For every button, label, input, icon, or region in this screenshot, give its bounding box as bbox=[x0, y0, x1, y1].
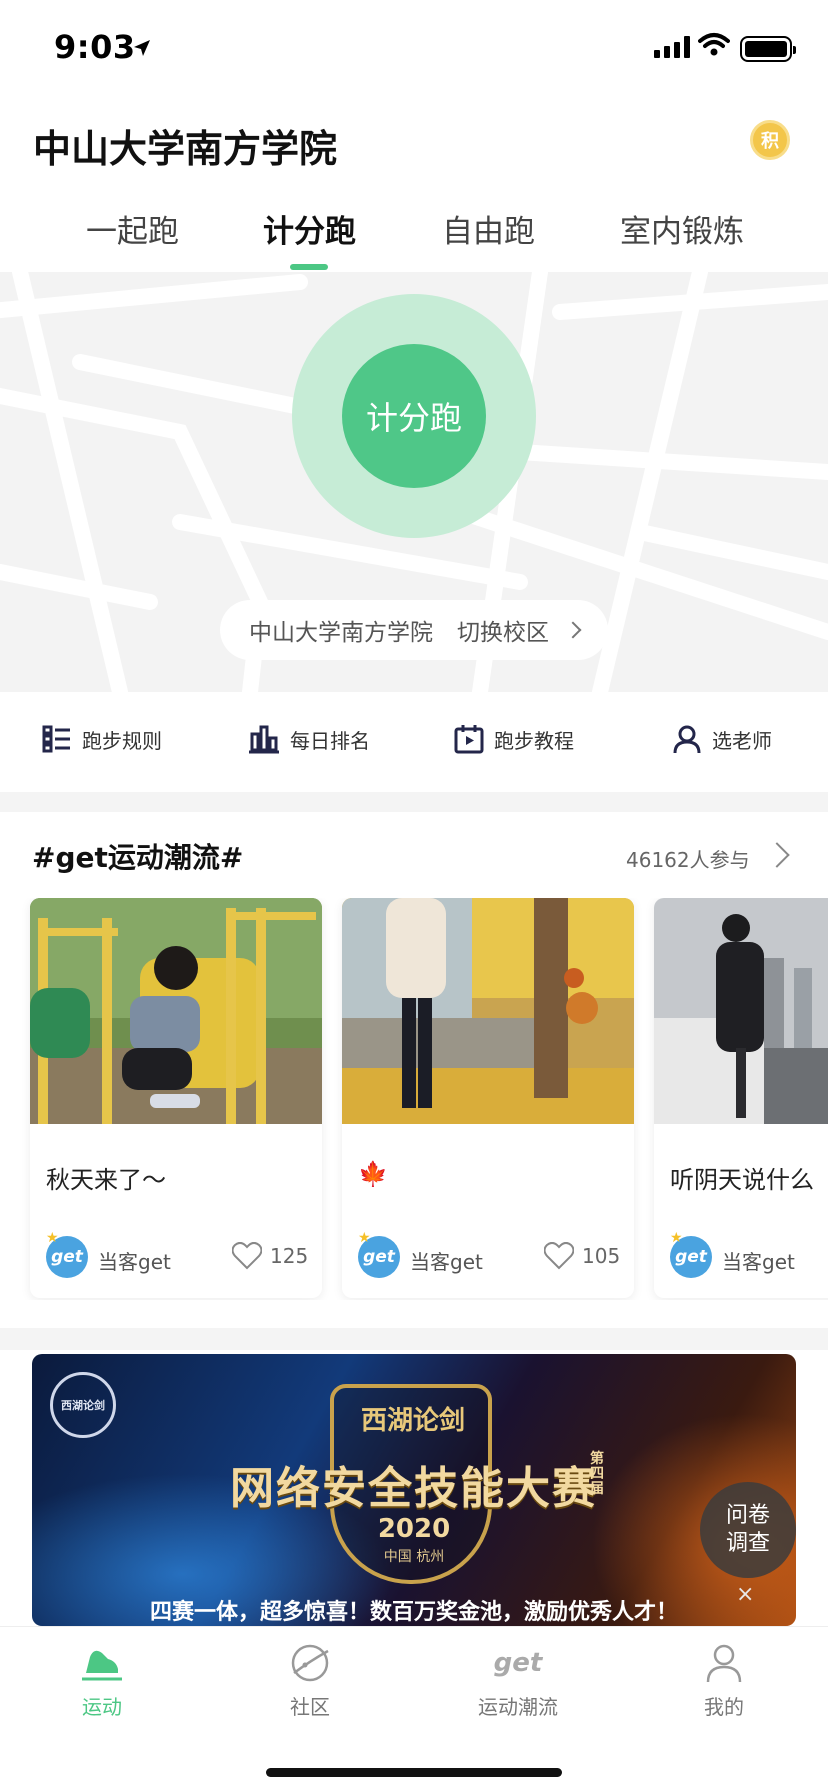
banner-title-main: 网络安全技能大赛 bbox=[230, 1463, 598, 1514]
tab-scored-run[interactable]: 计分跑 bbox=[263, 206, 356, 251]
profile-icon bbox=[706, 1644, 742, 1683]
tab-together-run[interactable]: 一起跑 bbox=[86, 206, 179, 251]
section-divider bbox=[0, 1328, 828, 1350]
action-label: 跑步规则 bbox=[82, 728, 162, 753]
action-label: 选老师 bbox=[712, 728, 772, 753]
like-button[interactable]: 125 bbox=[232, 1242, 308, 1270]
star-icon: ★ bbox=[670, 1230, 683, 1246]
list-rules-icon bbox=[42, 725, 70, 753]
post-author: 当客get bbox=[722, 1250, 795, 1274]
status-bar: 9:03 bbox=[0, 0, 828, 100]
points-badge[interactable]: 积 bbox=[750, 120, 790, 160]
star-icon: ★ bbox=[358, 1230, 371, 1246]
switch-campus-label: 切换校区 bbox=[457, 620, 549, 646]
post-card[interactable]: 秋天来了～ ★ get 当客get 125 bbox=[30, 898, 322, 1298]
run-mode-tabs: 一起跑 计分跑 自由跑 室内锻炼 bbox=[0, 206, 828, 266]
post-image bbox=[654, 898, 828, 1124]
close-icon[interactable]: × bbox=[736, 1582, 754, 1607]
star-icon: ★ bbox=[46, 1230, 59, 1246]
action-label: 跑步教程 bbox=[494, 728, 574, 753]
nav-label: 社区 bbox=[290, 1695, 330, 1719]
banner-edition: 第四届 bbox=[590, 1451, 604, 1497]
promo-banner[interactable]: 西湖论剑 西湖论剑 网络安全技能大赛 第四届 2020 中国 杭州 四赛一体，超… bbox=[32, 1354, 796, 1626]
like-count: 105 bbox=[582, 1244, 621, 1268]
nav-sport-trend[interactable]: get 运动潮流 bbox=[458, 1643, 578, 1720]
banner-title-top: 西湖论剑 bbox=[360, 1406, 465, 1436]
post-title: 听阴天说什么 bbox=[670, 1166, 814, 1194]
quick-actions: 跑步规则 每日排名 跑步教程 选老师 bbox=[0, 694, 828, 792]
battery-icon bbox=[740, 36, 796, 62]
survey-label-line2: 调查 bbox=[725, 1531, 770, 1556]
nav-sport[interactable]: 运动 bbox=[42, 1643, 162, 1720]
heart-icon bbox=[232, 1242, 262, 1270]
get-logo-icon: get bbox=[493, 1648, 543, 1678]
post-title: 秋天来了～ bbox=[46, 1166, 166, 1194]
post-author: 当客get bbox=[410, 1250, 483, 1274]
tab-free-run[interactable]: 自由跑 bbox=[442, 206, 535, 251]
chevron-right-icon[interactable] bbox=[764, 842, 790, 868]
cellular-signal-icon bbox=[654, 36, 690, 58]
like-count: 125 bbox=[270, 1244, 309, 1268]
wifi-icon bbox=[698, 33, 730, 56]
banner-year: 2020 bbox=[377, 1514, 451, 1544]
person-icon bbox=[673, 725, 701, 754]
banner-city: 中国 杭州 bbox=[383, 1549, 445, 1565]
banner-seal-logo: 西湖论剑 bbox=[50, 1372, 116, 1438]
action-daily-ranking[interactable]: 每日排名 bbox=[248, 724, 370, 754]
action-choose-teacher[interactable]: 选老师 bbox=[672, 724, 772, 754]
campus-switcher[interactable]: 中山大学南方学院 切换校区 bbox=[220, 600, 608, 660]
tab-indoor-exercise[interactable]: 室内锻炼 bbox=[620, 206, 744, 251]
survey-label-line1: 问卷 bbox=[725, 1503, 770, 1528]
post-image bbox=[342, 898, 634, 1124]
post-image bbox=[30, 898, 322, 1124]
start-scored-run-button[interactable]: 计分跑 bbox=[342, 344, 486, 488]
topic-participants: 46162人参与 bbox=[626, 848, 750, 872]
action-run-rules[interactable]: 跑步规则 bbox=[42, 724, 162, 754]
bar-ranking-icon bbox=[249, 725, 279, 754]
status-time: 9:03 bbox=[54, 28, 136, 66]
avatar[interactable]: ★ get bbox=[670, 1230, 712, 1278]
action-label: 每日排名 bbox=[290, 728, 370, 753]
nav-community[interactable]: 社区 bbox=[250, 1643, 370, 1720]
action-run-tutorial[interactable]: 跑步教程 bbox=[454, 724, 574, 754]
post-author: 当客get bbox=[98, 1250, 171, 1274]
heart-icon bbox=[544, 1242, 574, 1270]
banner-tagline: 四赛一体，超多惊喜！数百万奖金池，激励优秀人才！ bbox=[149, 1600, 678, 1625]
post-title: 🍁 bbox=[358, 1160, 388, 1188]
post-card[interactable]: 🍁 ★ get 当客get 105 bbox=[342, 898, 634, 1298]
topic-title[interactable]: #get运动潮流# bbox=[32, 836, 243, 876]
section-divider bbox=[0, 792, 828, 812]
nav-label: 运动潮流 bbox=[478, 1695, 558, 1719]
nav-mine[interactable]: 我的 bbox=[664, 1643, 784, 1720]
home-indicator bbox=[266, 1768, 562, 1777]
campus-title: 中山大学南方学院 bbox=[33, 127, 338, 171]
like-button[interactable]: 105 bbox=[544, 1242, 620, 1270]
post-card[interactable]: 听阴天说什么 ★ get 当客get bbox=[654, 898, 828, 1298]
active-tab-indicator bbox=[290, 264, 328, 270]
calendar-play-icon bbox=[454, 725, 484, 754]
post-carousel[interactable]: 秋天来了～ ★ get 当客get 125 🍁 ★ get 当客get 105 … bbox=[0, 898, 828, 1300]
nav-label: 运动 bbox=[82, 1695, 122, 1719]
running-shoe-icon bbox=[82, 1650, 122, 1681]
planet-icon bbox=[291, 1644, 329, 1682]
location-arrow-icon bbox=[134, 40, 150, 56]
current-campus-label: 中山大学南方学院 bbox=[249, 620, 433, 646]
nav-label: 我的 bbox=[704, 1695, 744, 1719]
avatar[interactable]: ★ get bbox=[46, 1230, 88, 1278]
avatar[interactable]: ★ get bbox=[358, 1230, 400, 1278]
survey-floating-button[interactable]: 问卷 调查 bbox=[700, 1482, 796, 1578]
chevron-right-icon bbox=[564, 621, 582, 639]
